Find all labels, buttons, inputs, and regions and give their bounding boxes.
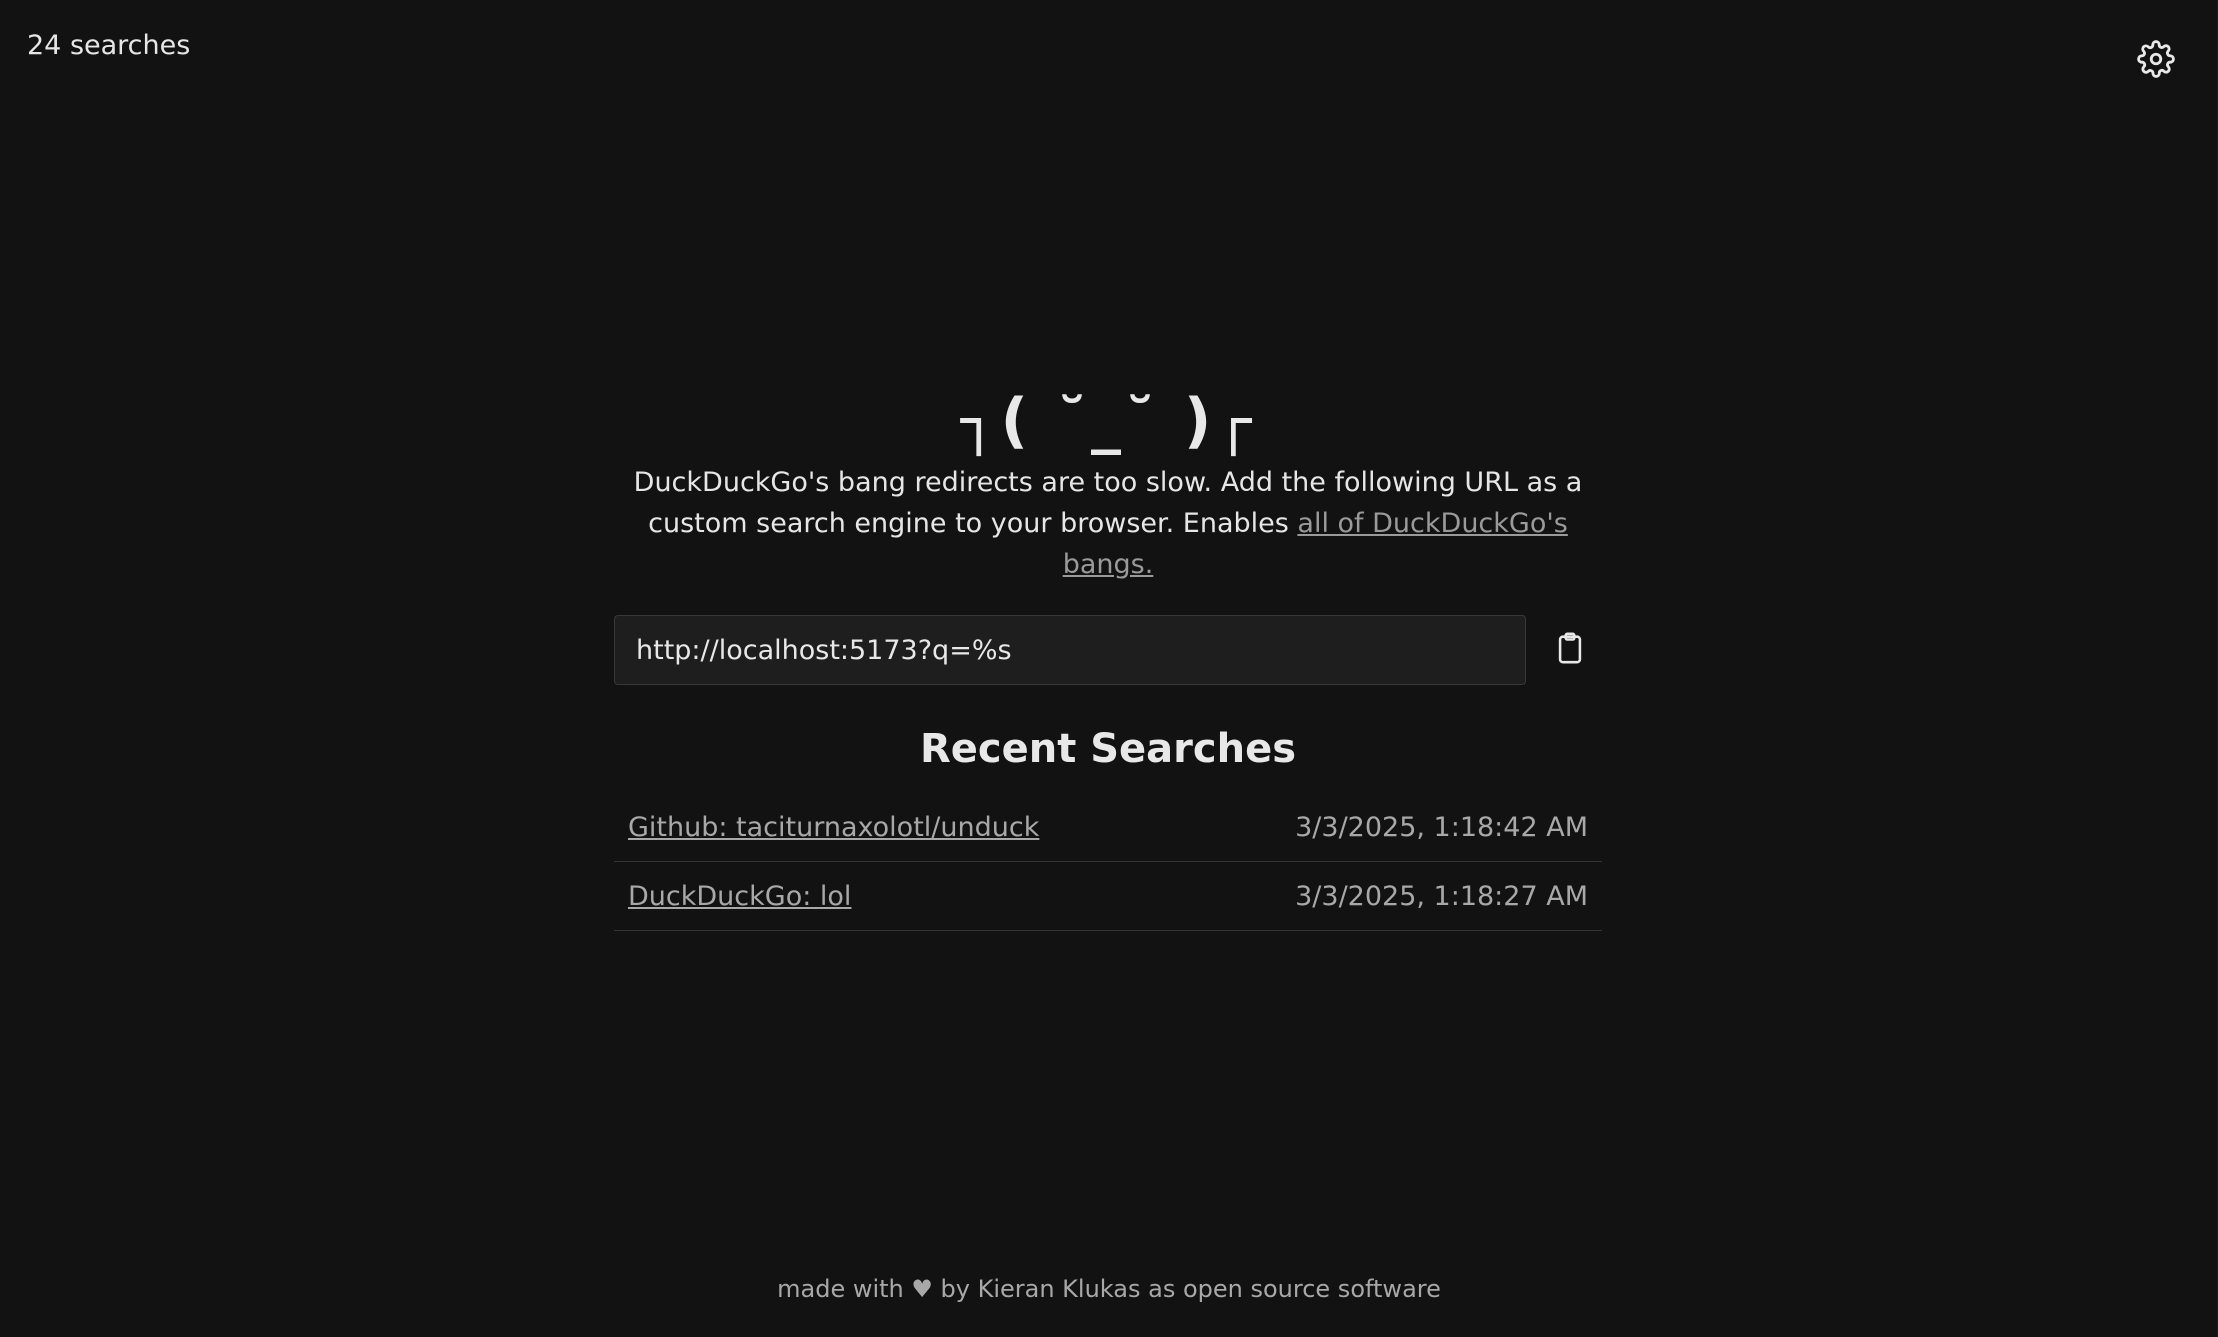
recent-searches-list: Github: taciturnaxolotl/unduck 3/3/2025,… — [614, 793, 1602, 931]
page: 24 searches ┐( ˘_˘ )┌ DuckDuckGo's bang … — [0, 0, 2218, 1337]
kaomoji-heading: ┐( ˘_˘ )┌ — [960, 386, 1256, 456]
main-content: ┐( ˘_˘ )┌ DuckDuckGo's bang redirects ar… — [614, 380, 1602, 931]
copy-button[interactable] — [1540, 620, 1600, 680]
search-count: 24 searches — [27, 30, 191, 61]
search-url-input[interactable] — [614, 615, 1526, 685]
list-item: DuckDuckGo: lol 3/3/2025, 1:18:27 AM — [614, 862, 1602, 931]
recent-search-time: 3/3/2025, 1:18:27 AM — [1295, 880, 1588, 912]
clipboard-icon — [1553, 631, 1587, 669]
recent-searches-title: Recent Searches — [919, 726, 1297, 772]
url-row — [614, 615, 1602, 685]
list-item: Github: taciturnaxolotl/unduck 3/3/2025,… — [614, 793, 1602, 862]
recent-search-link[interactable]: DuckDuckGo: lol — [628, 881, 851, 912]
description: DuckDuckGo's bang redirects are too slow… — [614, 462, 1602, 585]
gear-icon — [2137, 40, 2175, 82]
recent-search-link[interactable]: Github: taciturnaxolotl/unduck — [628, 812, 1039, 843]
recent-search-time: 3/3/2025, 1:18:42 AM — [1295, 811, 1588, 843]
footer: made with ♥ by Kieran Klukas as open sou… — [777, 1275, 1441, 1303]
settings-button[interactable] — [2133, 38, 2179, 84]
